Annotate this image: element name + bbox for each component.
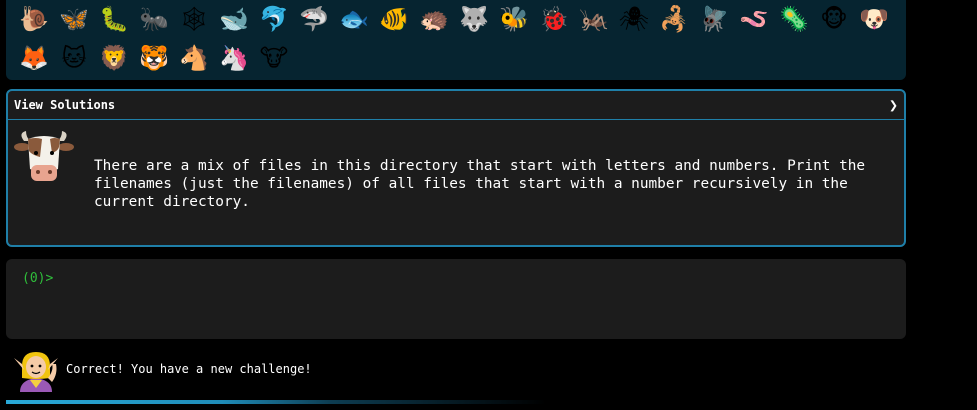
spider-web-icon[interactable]: 🕸 [174,1,214,37]
fly-glyph: 🪰 [699,5,729,33]
horse-glyph: 🐴 [179,44,209,72]
cat-icon[interactable]: 🐱 [54,40,94,76]
microbe-icon[interactable]: 🦠 [774,1,814,37]
scorpion-glyph: 🦂 [659,5,689,33]
challenge-description: There are a mix of files in this directo… [94,158,866,210]
fish-icon[interactable]: 🐟 [334,1,374,37]
elf-icon [14,352,58,392]
tiger-glyph: 🐯 [139,44,169,72]
fly-icon[interactable]: 🪰 [694,1,734,37]
dolphin-icon[interactable]: 🐬 [254,1,294,37]
caterpillar-icon[interactable]: 🐛 [94,1,134,37]
dog-glyph: 🐶 [859,5,889,33]
spider-web-glyph: 🕸 [178,5,210,33]
wolf-glyph: 🐺 [459,5,489,33]
hedgehog-glyph: 🦔 [419,5,449,33]
fish-glyph: 🐟 [339,5,369,33]
unicorn-glyph: 🦄 [219,44,249,72]
cow-icon[interactable]: 🐮 [254,40,294,76]
hedgehog-icon[interactable]: 🦔 [414,1,454,37]
fox-icon[interactable]: 🦊 [14,40,54,76]
cow-icon [14,131,74,181]
spider-glyph: 🕷 [618,5,650,33]
cricket-glyph: 🦗 [579,5,609,33]
snail-icon[interactable]: 🐌 [14,1,54,37]
lion-glyph: 🦁 [99,44,129,72]
view-solutions-toggle[interactable]: View Solutions ❯ [8,91,904,120]
whale-glyph: 🐋 [219,5,249,33]
chevron-right-icon: ❯ [888,96,898,114]
status-message: Correct! You have a new challenge! [66,362,312,376]
ladybug-glyph: 🐞 [539,5,569,33]
butterfly-glyph: 🦋 [59,5,89,33]
tropical-fish-glyph: 🐠 [379,5,409,33]
dog-icon[interactable]: 🐶 [854,1,894,37]
animal-row-2: 🦊 🐱 🦁 🐯 🐴 🦄 🐮 [14,40,294,76]
view-solutions-label: View Solutions [14,98,116,112]
ant-icon[interactable]: 🐜 [134,1,174,37]
tropical-fish-icon[interactable]: 🐠 [374,1,414,37]
wolf-icon[interactable]: 🐺 [454,1,494,37]
microbe-glyph: 🦠 [779,5,809,33]
unicorn-icon[interactable]: 🦄 [214,40,254,76]
terminal-input[interactable]: (0)> [6,259,906,339]
snail-glyph: 🐌 [19,5,49,33]
animal-gallery: 🐌 🦋 🐛 🐜 🕸 🐋 🐬 🦈 🐟 🐠 🦔 🐺 🐝 🐞 🦗 🕷 🦂 🪰 🪱 🦠 🐵 🐶 🦊 🐱 🦁 🐯 🐴 🦄 🐮 [6,0,906,80]
lion-icon[interactable]: 🦁 [94,40,134,76]
animal-row-1: 🐌 🦋 🐛 🐜 🕸 🐋 🐬 🦈 🐟 🐠 🦔 🐺 🐝 🐞 🦗 🕷 🦂 🪰 🪱 🦠 🐵 🐶 [14,1,894,37]
tiger-icon[interactable]: 🐯 [134,40,174,76]
scorpion-icon[interactable]: 🦂 [654,1,694,37]
shark-icon[interactable]: 🦈 [294,1,334,37]
monkey-glyph: 🐵 [820,5,848,33]
butterfly-icon[interactable]: 🦋 [54,1,94,37]
horse-icon[interactable]: 🐴 [174,40,214,76]
terminal-prompt: (0)> [22,271,54,286]
progress-bar [6,400,906,404]
ladybug-icon[interactable]: 🐞 [534,1,574,37]
progress-fill [6,400,546,404]
ant-glyph: 🐜 [139,5,169,33]
app-page: 🐌 🦋 🐛 🐜 🕸 🐋 🐬 🦈 🐟 🐠 🦔 🐺 🐝 🐞 🦗 🕷 🦂 🪰 🪱 🦠 🐵 🐶 🦊 🐱 🦁 🐯 🐴 🦄 🐮 View Solu… [0,0,977,410]
cricket-icon[interactable]: 🦗 [574,1,614,37]
bee-icon[interactable]: 🐝 [494,1,534,37]
challenge-panel: View Solutions ❯ There are a mix of file… [6,89,906,247]
shark-glyph: 🦈 [299,5,329,33]
fox-glyph: 🦊 [19,44,49,72]
spider-icon[interactable]: 🕷 [614,1,654,37]
cow-glyph: 🐮 [259,44,289,72]
whale-icon[interactable]: 🐋 [214,1,254,37]
worm-icon[interactable]: 🪱 [734,1,774,37]
bee-glyph: 🐝 [499,5,529,33]
caterpillar-glyph: 🐛 [99,5,129,33]
cat-glyph: 🐱 [61,44,87,72]
dolphin-glyph: 🐬 [259,5,289,33]
worm-glyph: 🪱 [739,5,769,33]
monkey-icon[interactable]: 🐵 [814,1,854,37]
